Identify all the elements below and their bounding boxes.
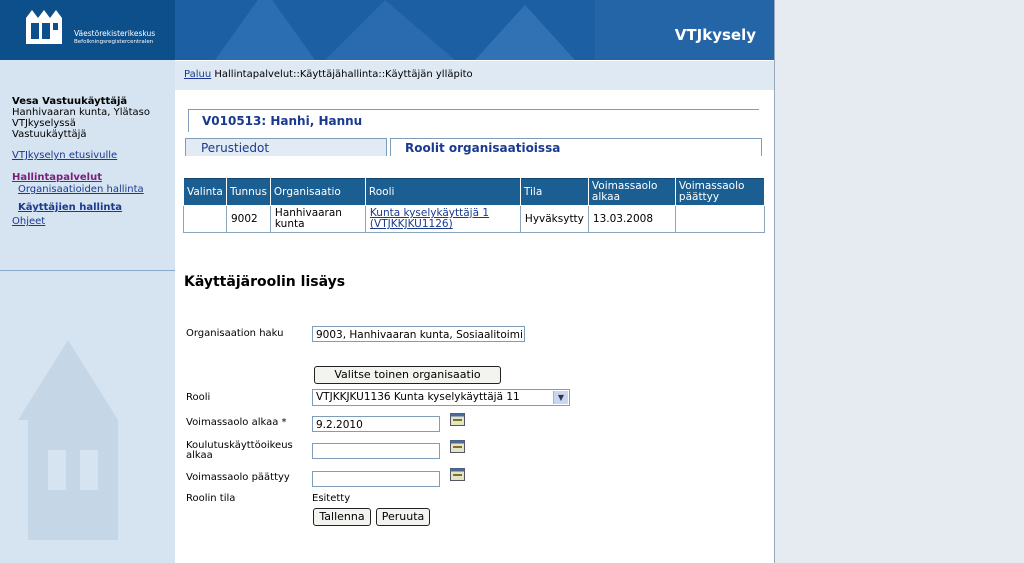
nav-divider <box>0 270 175 271</box>
logo-name: Väestörekisterikeskus <box>74 29 156 38</box>
chevron-down-icon[interactable]: ▼ <box>553 391 568 404</box>
col-header-status: Tila <box>519 178 589 206</box>
cell-id: 9002 <box>226 205 271 233</box>
cell-select[interactable] <box>183 205 227 233</box>
person-header: V010513: Hanhi, Hannu <box>188 109 759 132</box>
tab-roles-label: Roolit organisaatioissa <box>405 141 561 155</box>
org-search-input[interactable]: 9003, Hanhivaaran kunta, Sosiaalitoimi <box>312 326 525 342</box>
breadcrumb: Paluu Hallintapalvelut::Käyttäjähallinta… <box>175 60 774 91</box>
user-info: Vesa Vastuukäyttäjä Hanhivaaran kunta, Y… <box>12 96 150 140</box>
background-building-watermark <box>18 340 118 540</box>
app-title: VTJkysely <box>674 26 756 44</box>
cell-valid-to <box>674 205 766 233</box>
nav-admin-services-link[interactable]: Hallintapalvelut <box>12 172 144 184</box>
col-header-valid-from: Voimassaolo alkaa <box>587 178 676 206</box>
right-margin-area <box>774 0 1024 563</box>
cell-role: Kunta kyselykäyttäjä 1 (VTJKKJKU1126) <box>364 205 521 233</box>
tab-basic-info-label: Perustiedot <box>201 141 270 155</box>
cell-valid-from: 13.03.2008 <box>587 205 676 233</box>
calendar-icon[interactable] <box>450 413 465 426</box>
start-date-label: Voimassaolo alkaa * <box>186 417 287 428</box>
side-nav: VTJkyselyn etusivulle Hallintapalvelut O… <box>12 150 144 228</box>
save-button[interactable]: Tallenna <box>313 508 371 526</box>
main-content: V010513: Hanhi, Hannu Perustiedot Roolit… <box>175 90 774 563</box>
logo: Väestörekisterikeskus Befolkningsregiste… <box>0 0 175 60</box>
tab-basic-info[interactable]: Perustiedot <box>185 138 387 156</box>
nav-front-page-link[interactable]: VTJkyselyn etusivulle <box>12 150 144 162</box>
calendar-icon[interactable] <box>450 468 465 481</box>
col-header-select: Valinta <box>183 178 227 206</box>
role-link[interactable]: Kunta kyselykäyttäjä 1 (VTJKKJKU1126) <box>370 207 489 230</box>
roles-table: Valinta Tunnus Organisaatio Rooli Tila V… <box>183 178 766 233</box>
table-header-row: Valinta Tunnus Organisaatio Rooli Tila V… <box>183 178 766 206</box>
training-date-label: Koulutuskäyttöoikeus alkaa <box>186 440 293 461</box>
col-header-organisation: Organisaatio <box>269 178 366 206</box>
cell-organisation: Hanhivaaran kunta <box>269 205 366 233</box>
nav-org-management-link[interactable]: Organisaatioiden hallinta <box>18 184 144 196</box>
nav-user-management-link[interactable]: Käyttäjien hallinta <box>18 202 144 214</box>
choose-other-org-button[interactable]: Valitse toinen organisaatio <box>314 366 501 384</box>
person-title: V010513: Hanhi, Hannu <box>202 114 363 128</box>
end-date-input[interactable] <box>312 471 440 487</box>
user-name: Vesa Vastuukäyttäjä <box>12 96 128 107</box>
col-header-role: Rooli <box>364 178 521 206</box>
role-status-label: Roolin tila <box>186 493 236 504</box>
calendar-icon[interactable] <box>450 440 465 453</box>
start-date-input[interactable]: 9.2.2010 <box>312 416 440 432</box>
form-title: Käyttäjäroolin lisäys <box>184 274 346 290</box>
org-search-label: Organisaation haku <box>186 328 284 339</box>
user-org: Hanhivaaran kunta, Ylätaso <box>12 107 150 118</box>
app-header: VTJkysely <box>175 0 774 60</box>
cell-status: Hyväksytty <box>519 205 589 233</box>
role-select-value: VTJKKJKU1136 Kunta kyselykäyttäjä 11 <box>316 391 520 403</box>
training-date-input[interactable] <box>312 443 440 459</box>
breadcrumb-path: Hallintapalvelut::Käyttäjähallinta::Käyt… <box>214 69 473 80</box>
role-select[interactable]: VTJKKJKU1136 Kunta kyselykäyttäjä 11 ▼ <box>312 389 570 406</box>
role-label: Rooli <box>186 392 211 403</box>
end-date-label: Voimassaolo päättyy <box>186 472 290 483</box>
registry-logo-icon <box>26 10 62 44</box>
nav-help-link[interactable]: Ohjeet <box>12 216 144 228</box>
role-status-value: Esitetty <box>312 493 351 504</box>
tab-roles[interactable]: Roolit organisaatioissa <box>390 138 762 156</box>
logo-subname: Befolkningsregistercentralen <box>74 39 154 45</box>
user-role: Vastuukäyttäjä <box>12 129 87 140</box>
col-header-valid-to: Voimassaolo päättyy <box>674 178 766 206</box>
back-link[interactable]: Paluu <box>184 69 211 80</box>
table-row: 9002 Hanhivaaran kunta Kunta kyselykäytt… <box>183 205 766 233</box>
left-sidebar: Väestörekisterikeskus Befolkningsregiste… <box>0 0 176 563</box>
cancel-button[interactable]: Peruuta <box>376 508 430 526</box>
col-header-id: Tunnus <box>226 178 271 206</box>
user-service: VTJkyselyssä <box>12 118 76 129</box>
